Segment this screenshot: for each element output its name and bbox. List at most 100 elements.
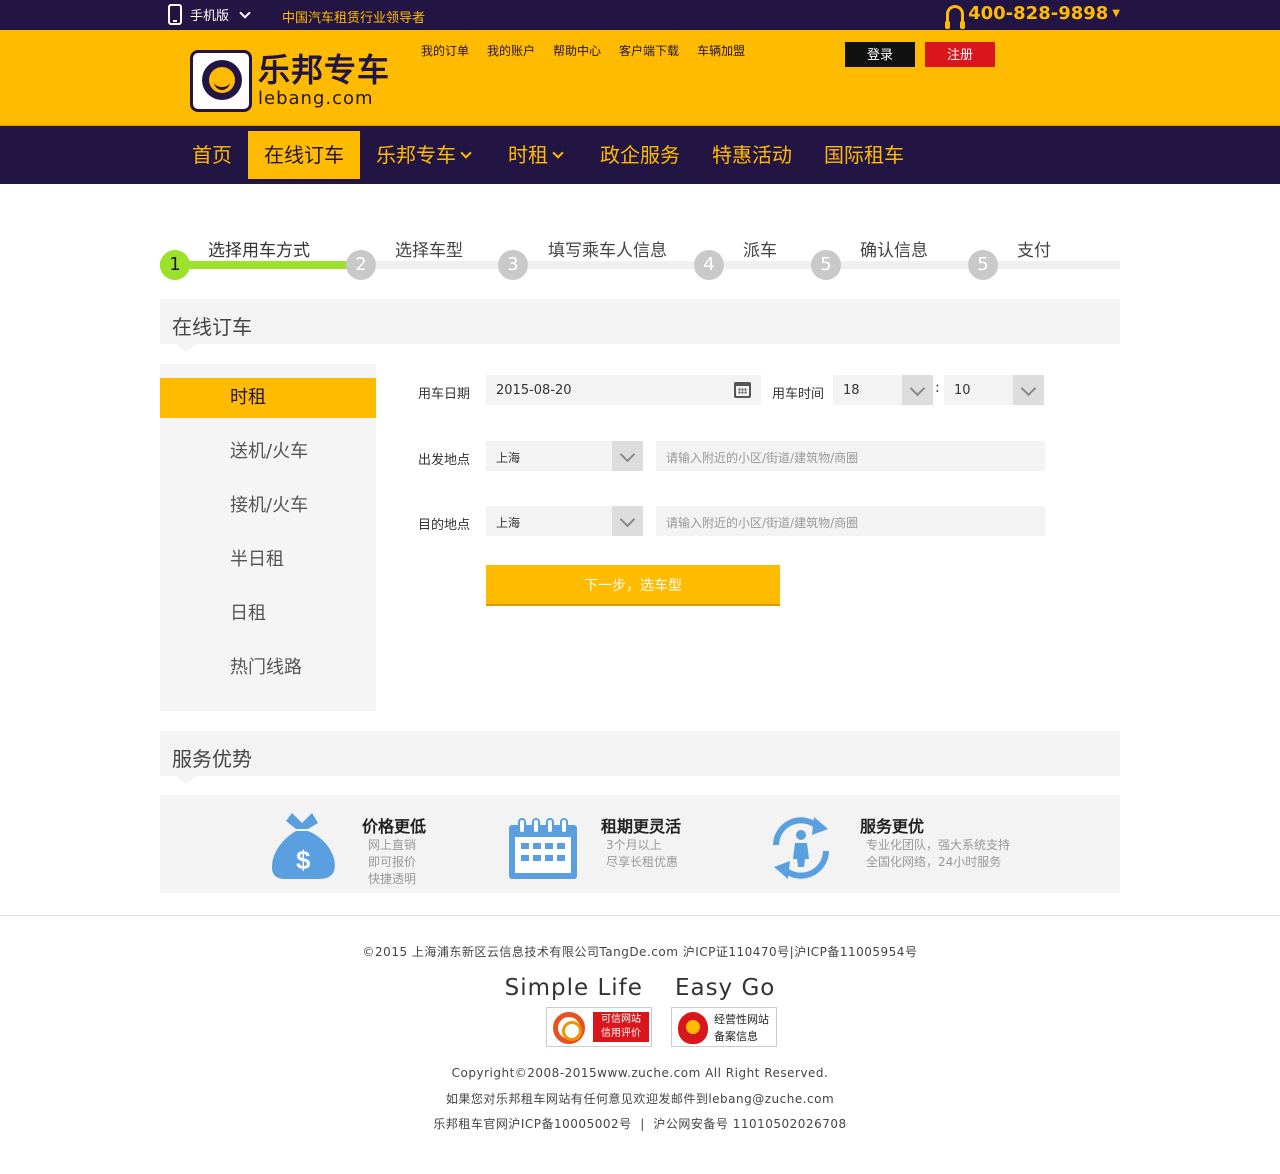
- menu-popular-routes[interactable]: 热门线路: [160, 648, 376, 688]
- chevron-down-icon[interactable]: [902, 375, 933, 405]
- service-1-line-1: 网上直销: [368, 838, 417, 852]
- menu-airport-dropoff[interactable]: 送机/火车: [160, 432, 376, 472]
- smiley-logo-icon: [190, 50, 252, 112]
- main-nav: 首页 在线订车 乐邦专车 时租 政企服务 特惠活动 国际租车: [0, 126, 1280, 184]
- footer-divider: [0, 915, 1280, 916]
- mobile-version-link[interactable]: 手机版: [168, 4, 255, 25]
- step-5-label: 确认信息: [860, 241, 928, 261]
- footer-copyright: ©2015 上海浦东新区云信息技术有限公司TangDe.com 沪ICP证110…: [362, 945, 918, 959]
- motto-left: Simple Life: [504, 975, 643, 1001]
- step-4-circle: 4: [694, 250, 724, 280]
- register-button[interactable]: 注册: [925, 42, 995, 67]
- headset-icon: [945, 4, 966, 29]
- chevron-down-icon[interactable]: [612, 506, 643, 536]
- step-1-label: 选择用车方式: [208, 241, 310, 261]
- date-label: 用车日期: [418, 387, 471, 402]
- nav-lebang-car[interactable]: 乐邦专车: [360, 131, 492, 179]
- step-6-label: 支付: [1017, 241, 1051, 261]
- header-links: 我的订单 我的账户 帮助中心 客户端下载 车辆加盟: [421, 42, 745, 59]
- menu-daily[interactable]: 日租: [160, 594, 376, 634]
- service-3-line-1: 专业化团队，强大系统支持: [866, 838, 1011, 852]
- from-city-select[interactable]: 上海: [486, 441, 643, 471]
- nav-enterprise[interactable]: 政企服务: [584, 131, 696, 179]
- menu-hourly[interactable]: 时租: [160, 378, 376, 418]
- calendar-icon: [509, 818, 577, 879]
- trust-badge-text: 可信网站 信用评价: [593, 1012, 649, 1042]
- nav-hourly[interactable]: 时租: [492, 131, 584, 179]
- step-2-label: 选择车型: [395, 241, 463, 261]
- link-help-center[interactable]: 帮助中心: [553, 42, 601, 59]
- step-3-circle: 3: [498, 250, 528, 280]
- service-2-line-1: 3个月以上: [606, 838, 662, 852]
- link-my-orders[interactable]: 我的订单: [421, 42, 469, 59]
- nav-promotions[interactable]: 特惠活动: [696, 131, 808, 179]
- service-2-line-2: 尽享长租优惠: [606, 855, 679, 869]
- logo-cn-text: 乐邦专车: [258, 51, 391, 89]
- menu-airport-pickup[interactable]: 接机/火车: [160, 486, 376, 526]
- next-step-button[interactable]: 下一步，选车型: [486, 565, 780, 604]
- step-2-circle: 2: [346, 250, 376, 280]
- police-shield-icon: [678, 1012, 708, 1044]
- svg-text:$: $: [296, 845, 311, 875]
- record-badge-text: 经营性网站 备案信息: [714, 1013, 769, 1043]
- from-label: 出发地点: [418, 453, 471, 468]
- business-record-badge[interactable]: 经营性网站 备案信息: [671, 1007, 777, 1047]
- calendar-icon[interactable]: [734, 382, 751, 398]
- logo[interactable]: 乐邦专车 lebang.com: [190, 50, 390, 112]
- chevron-down-icon[interactable]: [1013, 375, 1044, 405]
- service-1-line-2: 即可报价: [368, 855, 417, 869]
- nav-online-booking[interactable]: 在线订车: [248, 131, 360, 179]
- slogan: 中国汽车租赁行业领导者: [282, 11, 426, 26]
- step-6-circle: 5: [968, 250, 998, 280]
- footer-motto: Simple Life Easy Go: [0, 975, 1280, 1001]
- to-city-value: 上海: [496, 516, 521, 530]
- link-app-download[interactable]: 客户端下载: [619, 42, 679, 59]
- services-title: 服务优势: [160, 731, 1120, 784]
- link-vehicle-join[interactable]: 车辆加盟: [697, 42, 745, 59]
- from-address-input[interactable]: 请输入附近的小区/街道/建筑物/商圈: [656, 441, 1045, 471]
- booking-steps: 1 选择用车方式 2 选择车型 3 填写乘车人信息 4 派车 5 确认信息 5 …: [160, 230, 1120, 280]
- date-value: 2015-08-20: [496, 383, 572, 398]
- footer-rights: Copyright©2008-2015www.zuche.com All Rig…: [451, 1066, 829, 1080]
- order-panel-title: 在线订车: [160, 299, 1120, 352]
- time-label: 用车时间: [772, 387, 825, 402]
- step-3-label: 填写乘车人信息: [548, 241, 667, 261]
- step-1-circle: 1: [160, 250, 190, 280]
- top-bar: 手机版 中国汽车租赁行业领导者 400-828-9898 ▼: [0, 0, 1280, 30]
- chevron-down-icon: [460, 147, 472, 159]
- services-band: $ 价格更低 网上直销 即可报价 快捷透明 租期更灵活 3个月以上 尽享长租优惠…: [160, 795, 1120, 893]
- header: 乐邦专车 lebang.com 我的订单 我的账户 帮助中心 客户端下载 车辆加…: [0, 30, 1280, 126]
- hotline[interactable]: 400-828-9898 ▼: [945, 3, 1120, 29]
- to-label: 目的地点: [418, 518, 471, 533]
- chevron-down-icon: [239, 6, 251, 19]
- hour-select[interactable]: 18: [833, 375, 933, 405]
- money-bag-icon: $: [272, 813, 335, 879]
- to-city-select[interactable]: 上海: [486, 506, 643, 536]
- service-3-title: 服务更优: [860, 817, 925, 836]
- chevron-down-icon[interactable]: [612, 441, 643, 471]
- from-city-value: 上海: [496, 451, 521, 465]
- nav-home[interactable]: 首页: [176, 131, 248, 179]
- service-1-title: 价格更低: [362, 817, 427, 836]
- rental-type-menu: 时租 送机/火车 接机/火车 半日租 日租 热门线路: [160, 364, 376, 711]
- time-separator: :: [935, 380, 940, 396]
- step-4-label: 派车: [743, 241, 777, 261]
- trusted-site-badge[interactable]: 可信网站 信用评价: [546, 1007, 652, 1047]
- chevron-down-icon: [552, 147, 564, 159]
- minute-select[interactable]: 10: [944, 375, 1044, 405]
- mobile-label: 手机版: [190, 9, 230, 24]
- menu-half-day[interactable]: 半日租: [160, 540, 376, 580]
- hotline-number: 400-828-9898: [968, 3, 1109, 24]
- login-button[interactable]: 登录: [845, 42, 915, 67]
- nav-international[interactable]: 国际租车: [808, 131, 920, 179]
- footer-icp: 乐邦租车官网沪ICP备10005002号 | 沪公网安备号 1101050202…: [433, 1117, 847, 1131]
- service-2-title: 租期更灵活: [601, 817, 682, 836]
- date-field[interactable]: 2015-08-20: [486, 375, 761, 405]
- step-5-circle: 5: [811, 250, 841, 280]
- link-my-account[interactable]: 我的账户: [487, 42, 535, 59]
- trust-ring-icon: [553, 1012, 585, 1044]
- to-address-input[interactable]: 请输入附近的小区/街道/建筑物/商圈: [656, 506, 1045, 536]
- logo-en-text: lebang.com: [258, 88, 374, 109]
- caret-down-icon: ▼: [1112, 8, 1120, 19]
- motto-right: Easy Go: [674, 975, 776, 1001]
